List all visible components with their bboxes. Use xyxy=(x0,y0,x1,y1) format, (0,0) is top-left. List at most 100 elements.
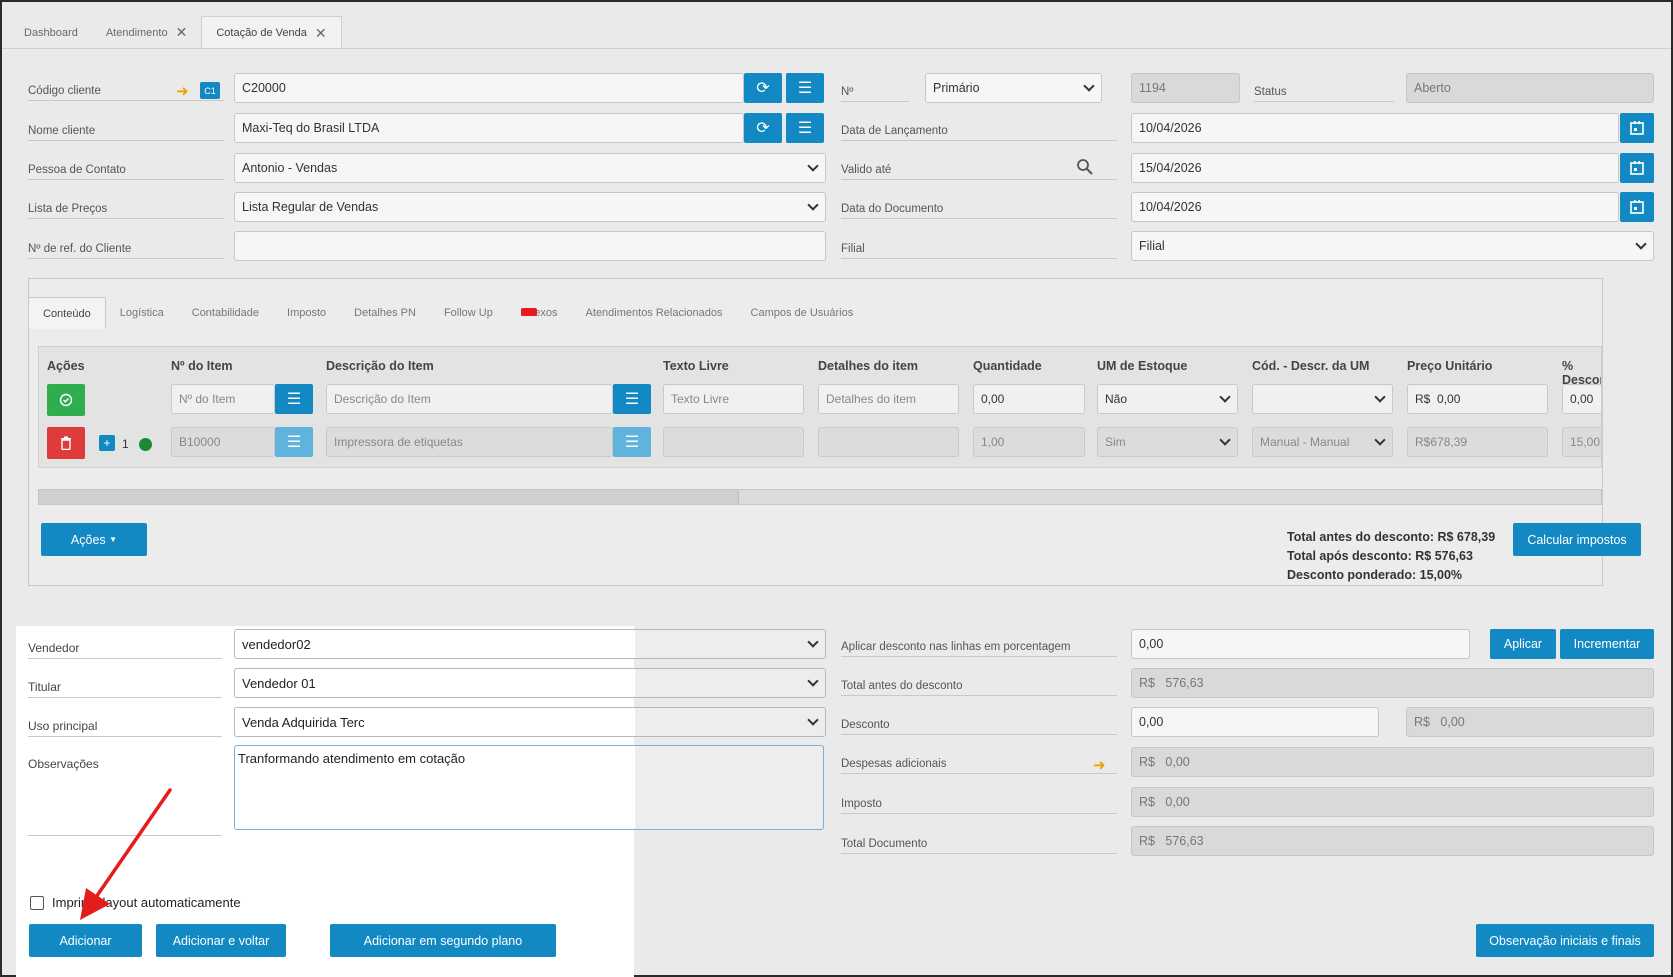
refresh-button[interactable]: ⟳ xyxy=(744,113,782,143)
texto-livre-input[interactable]: Texto Livre xyxy=(663,384,804,414)
calendar-button[interactable] xyxy=(1620,153,1654,183)
item-number-field[interactable]: B10000 xyxy=(171,427,275,457)
uso-principal-select[interactable]: Venda Adquirida Terc xyxy=(234,707,826,737)
imprimir-checkbox[interactable] xyxy=(30,896,44,910)
tab-detalhes-pn[interactable]: Detalhes PN xyxy=(340,297,430,329)
incrementar-button[interactable]: Incrementar xyxy=(1560,629,1654,659)
adicionar-segundo-plano-button[interactable]: Adicionar em segundo plano xyxy=(330,924,556,957)
list-button[interactable]: ☰ xyxy=(786,113,824,143)
vendedor-select[interactable]: vendedor02 xyxy=(234,629,826,659)
desconto-input[interactable]: 0,00 xyxy=(1562,384,1601,414)
acoes-dropdown-button[interactable]: Ações ▼ xyxy=(41,523,147,556)
total-documento-value: 576,63 xyxy=(1165,834,1204,848)
vendedor-value: vendedor02 xyxy=(242,636,311,652)
nome-cliente-input[interactable]: Maxi-Teq do Brasil LTDA xyxy=(234,113,744,143)
nome-cliente-value: Maxi-Teq do Brasil LTDA xyxy=(242,121,380,135)
preco-field[interactable]: R$678,39 xyxy=(1407,427,1548,457)
observacoes-textarea[interactable] xyxy=(234,745,824,830)
observacao-iniciais-finais-button[interactable]: Observação iniciais e finais xyxy=(1476,924,1654,957)
valido-ate-input[interactable]: 15/04/2026 xyxy=(1131,153,1619,183)
data-lancamento-input[interactable]: 10/04/2026 xyxy=(1131,113,1619,143)
item-desc-input[interactable]: Descrição do Item xyxy=(326,384,613,414)
lista-precos-select[interactable]: Lista Regular de Vendas xyxy=(234,192,826,222)
desconto-field[interactable]: 15,00 xyxy=(1562,427,1601,457)
tab-follow-up[interactable]: Follow Up xyxy=(430,297,507,329)
texto-livre-field[interactable] xyxy=(663,427,804,457)
filial-select[interactable]: Filial xyxy=(1131,231,1654,261)
caret-down-icon: ▼ xyxy=(109,535,118,544)
list-button[interactable]: ☰ xyxy=(275,384,313,414)
data-documento-value: 10/04/2026 xyxy=(1139,200,1202,214)
aplicar-desconto-input[interactable]: 0,00 xyxy=(1131,629,1470,659)
codigo-cliente-input[interactable]: C20000 xyxy=(234,73,744,103)
column-header: Descrição do Item xyxy=(326,359,434,373)
search-icon[interactable] xyxy=(1076,158,1094,179)
total-apos: Total após desconto: R$ 576,63 xyxy=(1287,549,1473,563)
desconto-percent-input[interactable]: 0,00 xyxy=(1131,707,1379,737)
list-button[interactable]: ☰ xyxy=(613,384,651,414)
quantidade-input[interactable]: 0,00 xyxy=(973,384,1085,414)
tab-logistica[interactable]: Logística xyxy=(106,297,178,329)
item-number-input[interactable]: Nº do Item xyxy=(171,384,275,414)
delete-button[interactable] xyxy=(47,427,85,459)
refresh-button[interactable]: ⟳ xyxy=(744,73,782,103)
tab-dashboard[interactable]: Dashboard xyxy=(10,16,92,49)
confirm-button[interactable] xyxy=(47,384,85,416)
tab-conteudo[interactable]: Conteúdo xyxy=(28,297,106,329)
aplicar-desconto-value: 0,00 xyxy=(1139,637,1164,651)
aplicar-button[interactable]: Aplicar xyxy=(1490,629,1556,659)
item-desc-field[interactable]: Impressora de etiquetas xyxy=(326,427,613,457)
cod-um-select[interactable] xyxy=(1252,384,1393,414)
adicionar-button[interactable]: Adicionar xyxy=(29,924,142,957)
tab-contabilidade[interactable]: Contabilidade xyxy=(178,297,273,329)
arrow-right-icon[interactable]: ➜ xyxy=(1093,756,1106,774)
titular-select[interactable]: Vendedor 01 xyxy=(234,668,826,698)
detalhes-item-field[interactable] xyxy=(818,427,959,457)
line-number: 1 xyxy=(122,437,129,451)
desconto-value: 0,00 xyxy=(1570,392,1594,406)
detalhes-item-input[interactable]: Detalhes do item xyxy=(818,384,959,414)
calendar-button[interactable] xyxy=(1620,192,1654,222)
data-lancamento-value: 10/04/2026 xyxy=(1139,121,1202,135)
quantidade-field[interactable]: 1,00 xyxy=(973,427,1085,457)
tab-imposto[interactable]: Imposto xyxy=(273,297,340,329)
calendar-icon xyxy=(1630,161,1644,175)
tab-atendimento[interactable]: Atendimento ✕ xyxy=(92,16,202,49)
tab-anexos[interactable]: Anexos xyxy=(507,297,572,329)
tab-atendimentos-relacionados[interactable]: Atendimentos Relacionados xyxy=(572,297,737,329)
desconto-amount-value: 0,00 xyxy=(1440,715,1465,729)
list-button[interactable]: ☰ xyxy=(786,73,824,103)
refresh-icon: ⟳ xyxy=(756,80,770,97)
chevron-down-icon xyxy=(1374,391,1386,403)
um-estoque-select[interactable]: Sim xyxy=(1097,427,1238,457)
horizontal-scrollbar[interactable] xyxy=(38,489,1602,505)
scrollbar-thumb[interactable] xyxy=(39,490,739,504)
list-button[interactable]: ☰ xyxy=(275,427,313,457)
um-estoque-select[interactable]: Não xyxy=(1097,384,1238,414)
tab-campos-usuarios[interactable]: Campos de Usuários xyxy=(737,297,868,329)
arrow-right-icon[interactable]: ➜ xyxy=(176,82,189,100)
adicionar-voltar-button[interactable]: Adicionar e voltar xyxy=(156,924,286,957)
column-header: UM de Estoque xyxy=(1097,359,1188,373)
close-icon[interactable]: ✕ xyxy=(176,24,188,41)
pessoa-contato-select[interactable]: Antonio - Vendas xyxy=(234,153,826,183)
tab-cotacao-venda[interactable]: Cotação de Venda ✕ xyxy=(201,16,342,49)
preco-input[interactable]: R$ 0,00 xyxy=(1407,384,1548,414)
calcular-impostos-button[interactable]: Calcular impostos xyxy=(1513,523,1641,556)
desc-value: Impressora de etiquetas xyxy=(334,435,463,449)
column-header: % Desconto xyxy=(1562,359,1601,387)
button-label: Ações xyxy=(70,532,106,547)
close-icon[interactable]: ✕ xyxy=(315,25,327,42)
ref-cliente-input[interactable] xyxy=(234,231,826,261)
total-antes-label: Total antes do desconto xyxy=(841,680,1117,696)
preco-value: 0,00 xyxy=(1437,392,1461,406)
list-button[interactable]: ☰ xyxy=(613,427,651,457)
total-antes-field: R$ 576,63 xyxy=(1131,668,1654,698)
calendar-button[interactable] xyxy=(1620,113,1654,143)
lista-precos-label: Lista de Preços xyxy=(28,203,224,219)
data-documento-input[interactable]: 10/04/2026 xyxy=(1131,192,1619,222)
expand-icon[interactable]: + xyxy=(99,435,115,451)
cod-um-select[interactable]: Manual - Manual xyxy=(1252,427,1393,457)
series-select[interactable]: Primário xyxy=(925,73,1102,103)
list-icon: ☰ xyxy=(797,80,813,97)
